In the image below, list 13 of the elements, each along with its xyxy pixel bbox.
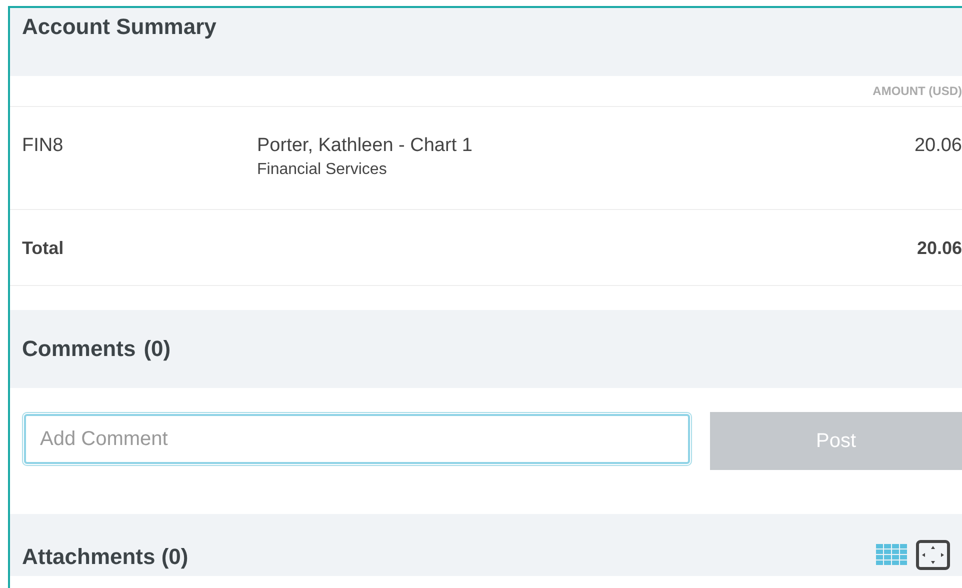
account-name: Porter, Kathleen - Chart 1 <box>257 135 474 157</box>
total-label: Total <box>22 238 65 259</box>
department-name: Financial Services <box>257 161 388 179</box>
amount: 20.06 <box>914 135 962 157</box>
section-title: Account Summary <box>22 14 216 40</box>
account-code: FIN8 <box>22 135 64 157</box>
comment-count: (0) <box>144 336 171 362</box>
column-header: AMOUNT (USD) <box>872 84 962 98</box>
section-title: Attachments (0) <box>22 544 188 570</box>
total-amount: 20.06 <box>916 238 962 259</box>
comment-field[interactable]: Add Comment <box>24 414 690 464</box>
section-title: Comments <box>22 336 136 362</box>
fullscreen-icon[interactable] <box>916 540 950 570</box>
